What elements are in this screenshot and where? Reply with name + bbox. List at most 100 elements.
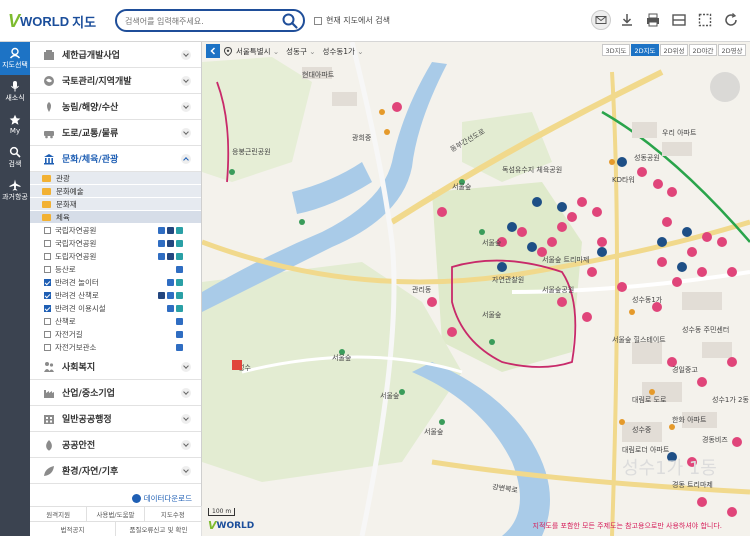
- info-badge-icon[interactable]: [158, 240, 165, 247]
- vworld-logo[interactable]: V WORLD 지도: [8, 10, 96, 32]
- table-badge-icon[interactable]: [167, 240, 174, 247]
- layer-checkbox[interactable]: [44, 227, 51, 234]
- legend-badge-icon[interactable]: [176, 279, 183, 286]
- subfolder-sports[interactable]: 체육: [30, 211, 201, 224]
- download-button[interactable]: [616, 9, 638, 31]
- refresh-button[interactable]: [720, 9, 742, 31]
- legend-badge-icon[interactable]: [176, 227, 183, 234]
- rail-map-select[interactable]: 지도선택: [0, 42, 30, 75]
- map-logo-world: WORLD: [216, 520, 255, 531]
- compass-icon[interactable]: [710, 72, 740, 102]
- tab-2d-night[interactable]: 2D야간: [689, 44, 717, 56]
- microphone-icon: [11, 81, 19, 92]
- table-badge-icon[interactable]: [158, 292, 165, 299]
- layer-checkbox[interactable]: [44, 279, 51, 286]
- info-badge-icon[interactable]: [167, 305, 174, 312]
- layer-item[interactable]: 반려견 놀이터: [30, 276, 201, 289]
- layer-checkbox[interactable]: [44, 240, 51, 247]
- legal-notice-link[interactable]: 법적공지: [30, 522, 116, 536]
- agriculture-icon: [42, 100, 56, 114]
- legend-badge-icon[interactable]: [176, 305, 183, 312]
- layer-item[interactable]: 자전거보관소: [30, 341, 201, 354]
- chevron-down-icon: [181, 440, 191, 450]
- category-industry[interactable]: 산업/중소기업: [30, 380, 201, 406]
- layer-label: 자전거보관소: [55, 343, 97, 352]
- scope-checkbox[interactable]: [314, 16, 322, 25]
- tab-3d-map[interactable]: 3D지도: [602, 44, 630, 56]
- environment-icon: [42, 464, 56, 478]
- info-badge-icon[interactable]: [158, 253, 165, 260]
- layer-item[interactable]: 반려견 산책로: [30, 289, 201, 302]
- breadcrumb-district[interactable]: 성동구: [286, 46, 315, 57]
- rail-my[interactable]: My: [0, 108, 30, 141]
- subfolder-arts[interactable]: 문화예술: [30, 185, 201, 198]
- category-safety[interactable]: 공공안전: [30, 432, 201, 458]
- tab-2d-satellite[interactable]: 2D위성: [660, 44, 688, 56]
- layer-item[interactable]: 반려견 이용시설: [30, 302, 201, 315]
- info-badge-icon[interactable]: [176, 266, 183, 273]
- subfolder-tourism[interactable]: 관광: [30, 172, 201, 185]
- layer-checkbox[interactable]: [44, 305, 51, 312]
- layer-checkbox[interactable]: [44, 266, 51, 273]
- subfolder-label: 문화재: [56, 199, 77, 209]
- subfolder-heritage[interactable]: 문화재: [30, 198, 201, 211]
- search-input[interactable]: [125, 14, 275, 28]
- category-admin[interactable]: 일반공공행정: [30, 406, 201, 432]
- share-button[interactable]: [590, 9, 612, 31]
- info-badge-icon[interactable]: [167, 279, 174, 286]
- info-badge-icon[interactable]: [176, 331, 183, 338]
- table-badge-icon[interactable]: [167, 227, 174, 234]
- info-badge-icon[interactable]: [158, 227, 165, 234]
- map-label: 경일중고: [672, 365, 698, 374]
- legend-badge-icon[interactable]: [176, 253, 183, 260]
- quality-report-link[interactable]: 품질오류신고 및 확인: [116, 522, 202, 536]
- layer-checkbox[interactable]: [44, 292, 51, 299]
- rail-aerial[interactable]: 과거항공: [0, 174, 30, 207]
- search-icon[interactable]: [281, 12, 299, 30]
- info-badge-icon[interactable]: [176, 344, 183, 351]
- info-badge-icon[interactable]: [176, 318, 183, 325]
- legend-badge-icon[interactable]: [176, 240, 183, 247]
- category-welfare[interactable]: 사회복지: [30, 354, 201, 380]
- layer-item[interactable]: 국립자연공원: [30, 237, 201, 250]
- subway-station-icon[interactable]: [232, 360, 242, 370]
- rail-search[interactable]: 검색: [0, 141, 30, 174]
- layer-item[interactable]: 자전거길: [30, 328, 201, 341]
- map-edit-link[interactable]: 지도수정: [145, 507, 202, 521]
- help-link[interactable]: 사용법/도움말: [87, 507, 145, 521]
- category-culture[interactable]: 문화/체육/관광: [30, 146, 201, 172]
- map-label: 서울숲공원: [542, 285, 574, 294]
- map-view[interactable]: 서울숲 서울숲 서울숲 서울숲 서울숲 서울숲 KD타워 성동공원 독섬유수지 …: [202, 42, 750, 536]
- layer-item[interactable]: 등산로: [30, 263, 201, 276]
- category-traffic[interactable]: 도로/교통/물류: [30, 120, 201, 146]
- layer-checkbox[interactable]: [44, 253, 51, 260]
- tab-2d-image[interactable]: 2D영상: [718, 44, 746, 56]
- layer-item[interactable]: 국립자연공원: [30, 224, 201, 237]
- data-download-link[interactable]: 데이터다운로드: [30, 490, 202, 506]
- category-land[interactable]: 국토관리/지역개발: [30, 68, 201, 94]
- layer-badges: [174, 344, 183, 351]
- category-agriculture[interactable]: 농림/해양/수산: [30, 94, 201, 120]
- collapse-panel-button[interactable]: [206, 44, 220, 58]
- layer-checkbox[interactable]: [44, 318, 51, 325]
- layer-checkbox[interactable]: [44, 344, 51, 351]
- map-scope-checkbox[interactable]: 현재 지도에서 검색: [314, 15, 390, 26]
- remote-support-link[interactable]: 원격지원: [30, 507, 88, 521]
- category-environment[interactable]: 환경/자연/기후: [30, 458, 201, 484]
- print-button[interactable]: [642, 9, 664, 31]
- breadcrumb-dong[interactable]: 성수동1가: [323, 46, 364, 57]
- split-view-button[interactable]: [668, 9, 690, 31]
- map-canvas[interactable]: 서울숲 서울숲 서울숲 서울숲 서울숲 서울숲 KD타워 성동공원 독섬유수지 …: [202, 42, 750, 536]
- table-badge-icon[interactable]: [167, 253, 174, 260]
- layer-checkbox[interactable]: [44, 331, 51, 338]
- category-development[interactable]: 세한급개발사업: [30, 42, 201, 68]
- area-select-button[interactable]: [694, 9, 716, 31]
- breadcrumb-city[interactable]: 서울특별시: [236, 46, 279, 57]
- map-label: 성수동 주민센터: [682, 325, 729, 334]
- rail-news[interactable]: 새소식: [0, 75, 30, 108]
- legend-badge-icon[interactable]: [176, 292, 183, 299]
- layer-item[interactable]: 산책로: [30, 315, 201, 328]
- tab-2d-map[interactable]: 2D지도: [631, 44, 659, 56]
- info-badge-icon[interactable]: [167, 292, 174, 299]
- layer-item[interactable]: 도립자연공원: [30, 250, 201, 263]
